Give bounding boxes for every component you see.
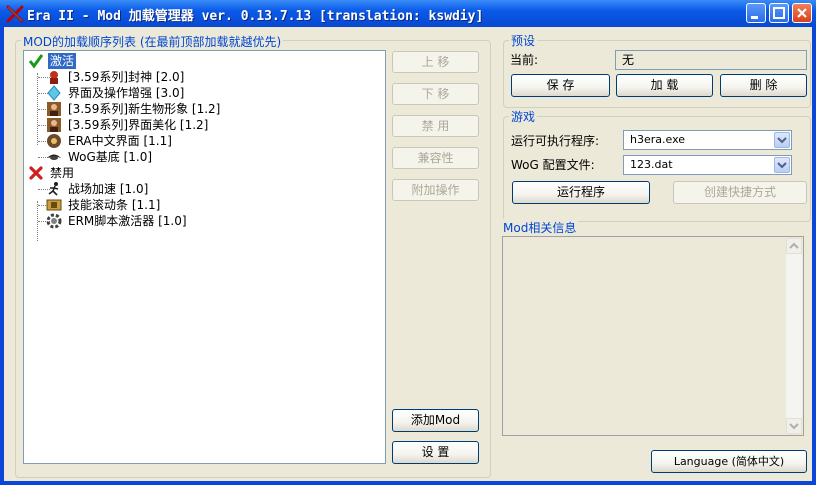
mod-info-scrollbar[interactable] xyxy=(786,238,802,434)
black-bird-icon xyxy=(47,154,61,160)
delete-preset-button[interactable]: 删 除 xyxy=(720,74,807,97)
running-man-icon xyxy=(48,182,59,196)
scroll-up-button[interactable] xyxy=(786,238,802,254)
gear-shield-icon xyxy=(47,134,61,148)
current-preset-label: 当前: xyxy=(510,53,539,67)
settings-button[interactable]: 设 置 xyxy=(392,441,479,464)
crossed-swords-icon xyxy=(6,5,24,23)
scroll-down-button[interactable] xyxy=(786,418,802,434)
preset-group-label: 预设 xyxy=(509,32,538,49)
extra-actions-button[interactable]: 附加操作 xyxy=(392,179,479,201)
chevron-down-icon xyxy=(789,423,799,430)
mods-group-label: MOD的加载顺序列表 (在最前顶部加载就越优先) xyxy=(21,33,284,50)
close-icon xyxy=(797,8,807,18)
exe-select-value: h3era.exe xyxy=(630,133,686,146)
background-window-edge xyxy=(816,0,826,485)
red-x-icon xyxy=(29,166,43,180)
config-dropdown-button[interactable] xyxy=(774,157,790,173)
close-button[interactable] xyxy=(792,3,812,23)
current-preset-field: 无 xyxy=(615,50,807,70)
chevron-down-icon xyxy=(777,162,787,169)
mod-tree[interactable]: 激活 [3.59系列]封神 [2.0] 界面及操作增强 [3.0] [3.59系… xyxy=(23,50,386,464)
game-group-label: 游戏 xyxy=(509,108,538,125)
tree-item-label: ERA中文界面 [1.1] xyxy=(68,134,172,148)
portrait-icon xyxy=(47,118,61,132)
check-icon xyxy=(28,54,44,69)
mod-info-text[interactable] xyxy=(502,236,804,436)
config-select-value: 123.dat xyxy=(630,158,673,171)
add-mod-button[interactable]: 添加Mod xyxy=(392,409,479,432)
chevron-down-icon xyxy=(777,137,787,144)
minimize-icon xyxy=(751,16,758,19)
tree-item-label: [3.59系列]封神 [2.0] xyxy=(68,70,185,84)
tree-item-label: 技能滚动条 [1.1] xyxy=(68,198,161,212)
tree-item-label: [3.59系列]界面美化 [1.2] xyxy=(68,118,209,132)
chevron-up-icon xyxy=(789,242,799,249)
tree-item-label: 战场加速 [1.0] xyxy=(68,182,149,196)
tree-item-label: [3.59系列]新生物形象 [1.2] xyxy=(68,102,221,116)
exe-dropdown-button[interactable] xyxy=(774,132,790,148)
title-bar[interactable]: Era II - Mod 加载管理器 ver. 0.13.7.13 [trans… xyxy=(0,0,816,27)
mod-info-label: Mod相关信息 xyxy=(501,219,579,236)
move-down-button[interactable]: 下 移 xyxy=(392,83,479,105)
disable-button[interactable]: 禁 用 xyxy=(392,115,479,137)
config-label: WoG 配置文件: xyxy=(511,158,595,172)
client-area: MOD的加载顺序列表 (在最前顶部加载就越优先) 激活 [3.59系列]封神 [… xyxy=(4,27,812,481)
create-shortcut-button[interactable]: 创建快捷方式 xyxy=(673,181,807,204)
save-preset-button[interactable]: 保 存 xyxy=(511,74,610,97)
config-select[interactable]: 123.dat xyxy=(623,155,792,175)
move-up-button[interactable]: 上 移 xyxy=(392,51,479,73)
maximize-button[interactable] xyxy=(769,3,789,23)
language-button[interactable]: Language (简体中文) xyxy=(651,450,807,473)
tree-group-disabled-label: 禁用 xyxy=(50,166,75,180)
cog-icon xyxy=(46,213,62,229)
exe-select[interactable]: h3era.exe xyxy=(623,130,792,150)
scrollbar-icon xyxy=(46,199,62,211)
tree-item-label: 界面及操作增强 [3.0] xyxy=(68,86,185,100)
crystal-icon xyxy=(47,85,61,101)
tree-item-label: ERM脚本激活器 [1.0] xyxy=(68,214,187,228)
minimize-button[interactable] xyxy=(746,3,766,23)
main-window: Era II - Mod 加载管理器 ver. 0.13.7.13 [trans… xyxy=(0,0,816,485)
tree-item-label: WoG基底 [1.0] xyxy=(68,150,153,164)
window-title: Era II - Mod 加载管理器 ver. 0.13.7.13 [trans… xyxy=(27,9,484,24)
maximize-icon xyxy=(773,7,785,19)
run-game-button[interactable]: 运行程序 xyxy=(512,181,650,204)
exe-label: 运行可执行程序: xyxy=(511,134,600,148)
portrait-icon xyxy=(47,102,61,116)
load-preset-button[interactable]: 加 载 xyxy=(616,74,713,97)
compatibility-button[interactable]: 兼容性 xyxy=(392,147,479,169)
red-knight-icon xyxy=(50,71,58,84)
tree-group-active-label: 激活 xyxy=(48,53,77,69)
